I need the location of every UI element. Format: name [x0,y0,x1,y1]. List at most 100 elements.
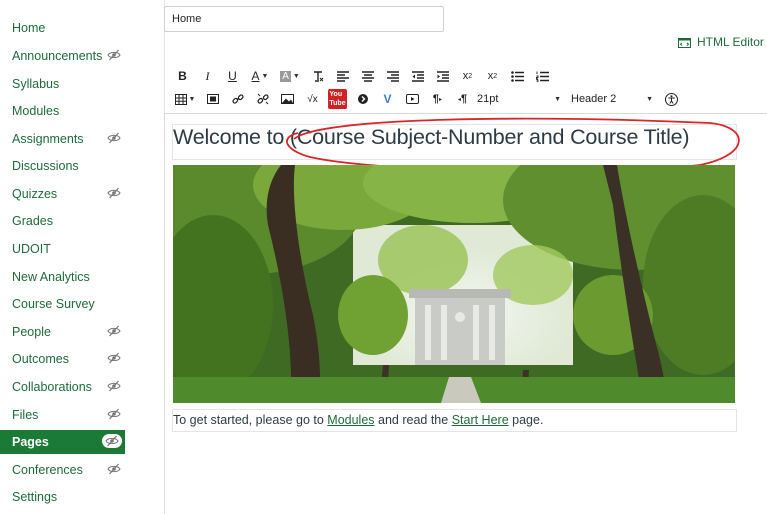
indent-icon [436,70,449,82]
underline-button[interactable]: U [220,67,245,85]
modules-link[interactable]: Modules [327,413,374,427]
eye-hidden-icon [107,49,121,61]
bulleted-list-button[interactable] [505,67,530,85]
sidebar-item-course-survey[interactable]: Course Survey [0,292,125,316]
visibility-toggle[interactable] [107,49,121,61]
text-color-icon: A [251,69,260,83]
media-button[interactable] [200,90,225,108]
sidebar-item-modules[interactable]: Modules [0,99,125,123]
sidebar-item-people[interactable]: People [0,320,125,344]
page-title-input[interactable] [164,6,444,32]
chevron-down-icon: ▼ [646,95,653,103]
sidebar-item-label: Settings [12,490,58,504]
sidebar-item-label: People [12,325,51,339]
visibility-toggle[interactable] [107,463,121,475]
sidebar-item-new-analytics[interactable]: New Analytics [0,265,125,289]
image-button[interactable] [275,90,300,108]
eye-hidden-icon [107,352,121,364]
table-button[interactable]: ▼ [170,90,200,108]
subscript-button[interactable]: x2 [480,67,505,85]
eye-hidden-icon [107,187,121,199]
page-heading: Welcome to (Course Subject-Number and Co… [173,125,690,149]
align-center-button[interactable] [355,67,380,85]
link-button[interactable] [225,90,250,108]
sidebar-item-assignments[interactable]: Assignments [0,127,125,151]
outdent-button[interactable] [405,67,430,85]
youtube-button[interactable]: You Tube [325,89,350,109]
html-editor-label: HTML Editor [697,35,764,49]
editor-toolbar-row-2: ▼ √x You Tube V ¶ ▸ ◂ ¶ 21pt ▼ Header 2 … [170,89,684,109]
sidebar-item-pages[interactable]: Pages [0,430,125,454]
background-color-button[interactable]: A ▼ [275,67,305,85]
sidebar-item-grades[interactable]: Grades [0,209,125,233]
eye-hidden-icon [107,132,121,144]
lti-tool-icon [357,94,368,104]
superscript-button[interactable]: x2 [455,67,480,85]
sidebar-item-quizzes[interactable]: Quizzes [0,182,125,206]
accessibility-checker-button[interactable] [659,90,684,108]
sidebar-item-udoit[interactable]: UDOIT [0,237,125,261]
sidebar-item-label: Announcements [12,49,103,63]
vimeo-icon: V [383,92,392,106]
block-format-select[interactable]: Header 2 ▼ [569,93,655,105]
align-left-button[interactable] [330,67,355,85]
html-editor-toggle[interactable]: HTML Editor [678,35,764,49]
course-navigation: Home Announcements Syllabus Modules Assignme… [0,0,165,514]
sidebar-item-label: Quizzes [12,187,58,201]
align-left-icon [336,70,349,82]
html-editor-icon [678,37,691,48]
link-icon [231,94,244,104]
visibility-toggle[interactable] [107,325,121,337]
italic-button[interactable]: I [195,67,220,85]
background-color-icon: A [280,70,291,82]
sidebar-item-syllabus[interactable]: Syllabus [0,72,125,96]
indent-button[interactable] [430,67,455,85]
record-media-icon [406,94,419,104]
sidebar-item-files[interactable]: Files [0,403,125,427]
clear-formatting-icon [313,71,323,82]
vimeo-button[interactable]: V [375,90,400,108]
record-media-button[interactable] [400,90,425,108]
eye-hidden-icon [107,408,121,420]
sidebar-item-discussions[interactable]: Discussions [0,154,125,178]
sidebar-item-settings[interactable]: Settings [0,485,125,509]
media-icon [206,94,219,104]
visibility-toggle[interactable] [107,132,121,144]
sidebar-item-conferences[interactable]: Conferences [0,458,125,482]
sidebar-item-label: Collaborations [12,380,92,394]
align-center-icon [361,70,374,82]
visibility-toggle[interactable] [107,408,121,420]
visibility-toggle[interactable] [107,352,121,364]
image-icon [281,94,294,104]
sidebar-item-label: Conferences [12,463,83,477]
align-right-button[interactable] [380,67,405,85]
font-size-select[interactable]: 21pt ▼ [475,93,563,105]
text-color-button[interactable]: A ▼ [245,67,275,85]
unlink-button[interactable] [250,90,275,108]
unlink-icon [256,93,269,105]
youtube-icon: You Tube [328,89,347,109]
font-size-value: 21pt [477,93,499,105]
bold-button[interactable]: B [170,67,195,85]
sidebar-item-label: UDOIT [12,242,51,256]
align-right-icon [386,70,399,82]
clear-formatting-button[interactable] [305,67,330,85]
visibility-toggle[interactable] [102,434,122,448]
start-here-link[interactable]: Start Here [452,413,509,427]
sidebar-item-home[interactable]: Home [0,16,125,40]
outdent-icon [411,70,424,82]
sidebar-item-label: Discussions [12,159,79,173]
rtl-direction-button[interactable]: ◂ ¶ [450,90,475,108]
sidebar-item-label: New Analytics [12,270,90,284]
sidebar-item-label: Syllabus [12,77,60,91]
sidebar-item-outcomes[interactable]: Outcomes [0,347,125,371]
ltr-direction-button[interactable]: ¶ ▸ [425,90,450,108]
sidebar-item-label: Files [12,408,39,422]
visibility-toggle[interactable] [107,380,121,392]
lti-tool-button[interactable] [350,90,375,108]
math-equation-button[interactable]: √x [300,90,325,108]
visibility-toggle[interactable] [107,187,121,199]
sidebar-item-collaborations[interactable]: Collaborations [0,375,125,399]
sidebar-item-announcements[interactable]: Announcements [0,44,125,68]
numbered-list-button[interactable] [530,67,555,85]
